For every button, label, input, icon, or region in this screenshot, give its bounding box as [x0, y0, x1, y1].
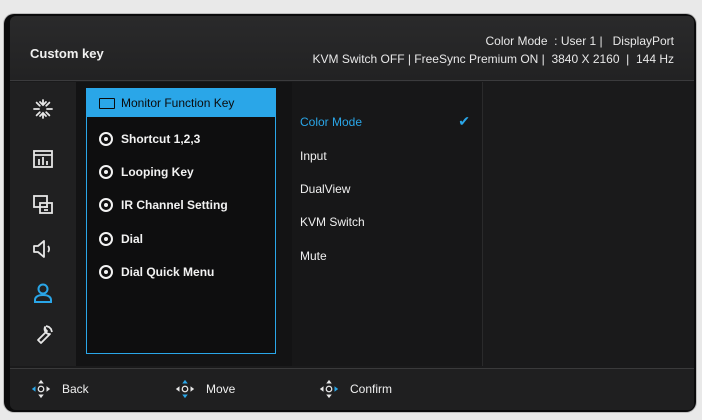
option-label: DualView	[300, 182, 351, 196]
option-mute[interactable]: Mute	[300, 244, 476, 268]
osd-menu: Custom key Color Mode : User 1 | Display…	[10, 16, 694, 410]
submenu-item-label: Shortcut 1,2,3	[121, 132, 201, 146]
monitor-icon	[99, 97, 115, 109]
display-grid-icon	[33, 150, 53, 168]
sidebar-item-system[interactable]	[28, 320, 58, 350]
confirm-label: Confirm	[350, 382, 393, 396]
submenu-item-label: Monitor Function Key	[121, 96, 235, 110]
option-label: Mute	[300, 249, 327, 263]
submenu-item-looping-key[interactable]: Looping Key	[87, 158, 275, 186]
category-sidebar	[10, 82, 76, 366]
option-color-mode[interactable]: Color Mode ✔	[300, 110, 476, 134]
dpad-right-icon	[319, 379, 339, 399]
back-label: Back	[62, 382, 89, 396]
status-line-color-input: Color Mode : User 1 | DisplayPort	[485, 34, 674, 48]
checkmark-icon: ✔	[458, 113, 470, 129]
submenu-item-label: Dial	[121, 232, 144, 246]
dpad-left-icon	[31, 379, 51, 399]
dpad-updown-icon	[175, 379, 195, 399]
detail-panel	[482, 82, 694, 366]
user-icon	[34, 283, 52, 303]
submenu-item-shortcut[interactable]: Shortcut 1,2,3	[87, 125, 275, 153]
osd-footer: Back Move Confirm	[10, 368, 694, 410]
picture-in-picture-icon	[33, 195, 53, 214]
option-input[interactable]: Input	[300, 144, 476, 168]
move-label: Move	[206, 382, 236, 396]
submenu-list: Monitor Function Key Shortcut 1,2,3 Loop…	[86, 88, 276, 354]
submenu-item-label: Looping Key	[121, 165, 194, 179]
submenu-item-label: Dial Quick Menu	[121, 265, 215, 279]
submenu-item-dial-quick-menu[interactable]: Dial Quick Menu	[87, 258, 275, 286]
option-kvm-switch[interactable]: KVM Switch	[300, 210, 476, 234]
submenu-item-monitor-function-key[interactable]: Monitor Function Key	[87, 89, 275, 117]
wrench-icon	[37, 325, 53, 344]
radio-icon	[99, 198, 113, 212]
radio-icon	[99, 132, 113, 146]
option-label: KVM Switch	[300, 215, 365, 229]
move-button[interactable]: Move	[174, 377, 235, 401]
menu-title: Custom key	[30, 46, 104, 61]
radio-icon	[99, 165, 113, 179]
radio-icon	[99, 232, 113, 246]
option-dualview[interactable]: DualView	[300, 177, 476, 201]
options-panel: Color Mode ✔ Input DualView KVM Switch M…	[292, 82, 482, 366]
osd-header: Custom key Color Mode : User 1 | Display…	[10, 16, 694, 81]
sidebar-item-display[interactable]	[28, 144, 58, 174]
submenu-item-ir-channel[interactable]: IR Channel Setting	[87, 191, 275, 219]
brightness-icon	[33, 99, 53, 119]
confirm-button[interactable]: Confirm	[318, 377, 392, 401]
sidebar-item-custom-key[interactable]	[28, 278, 58, 308]
status-line-display-info: KVM Switch OFF | FreeSync Premium ON | 3…	[312, 52, 674, 66]
speaker-icon	[33, 240, 51, 258]
radio-icon	[99, 265, 113, 279]
submenu-item-dial[interactable]: Dial	[87, 225, 275, 253]
sidebar-item-picture-in-picture[interactable]	[28, 190, 58, 220]
sidebar-item-audio[interactable]	[28, 234, 58, 264]
submenu-item-label: IR Channel Setting	[121, 198, 228, 212]
back-button[interactable]: Back	[30, 377, 89, 401]
option-label: Input	[300, 149, 327, 163]
option-label: Color Mode	[300, 115, 363, 129]
sidebar-item-brightness[interactable]	[28, 94, 58, 124]
